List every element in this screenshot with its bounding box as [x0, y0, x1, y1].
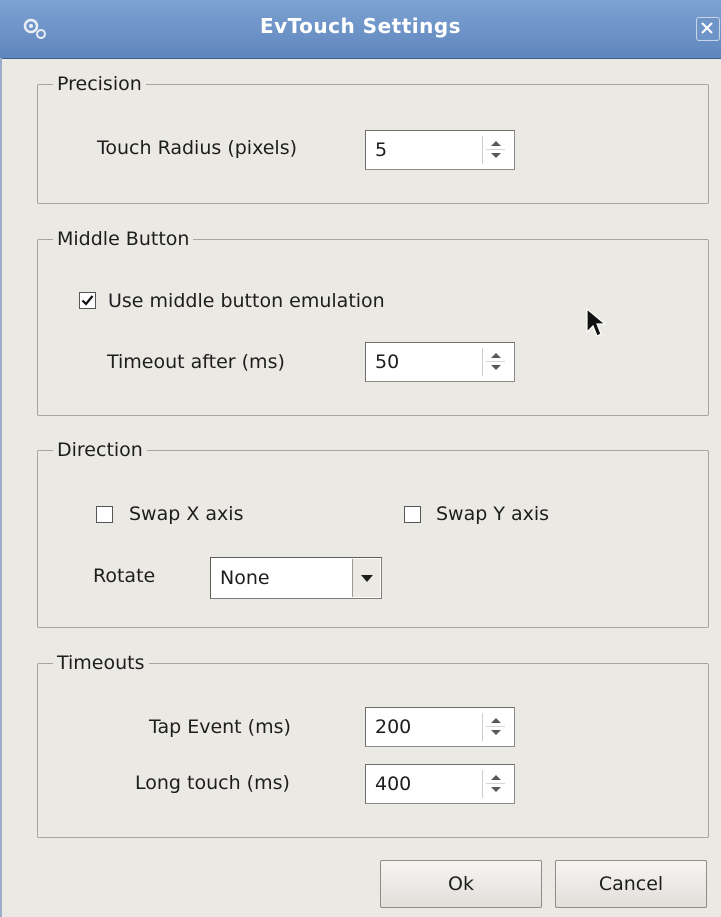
tap-event-value: 200 [375, 716, 412, 738]
ok-button[interactable]: Ok [380, 860, 542, 908]
swap-x-checkbox[interactable] [96, 506, 113, 523]
swap-y-label[interactable]: Swap Y axis [436, 503, 549, 525]
checkmark-icon [81, 295, 94, 306]
middle-button-group: Middle Button [37, 228, 709, 416]
chevron-down-icon[interactable] [352, 559, 380, 597]
spin-arrows[interactable] [482, 770, 508, 798]
spin-up-icon[interactable] [491, 353, 501, 358]
middle-button-legend: Middle Button [57, 228, 190, 250]
swap-x-label[interactable]: Swap X axis [129, 503, 243, 525]
middle-emulation-label[interactable]: Use middle button emulation [108, 290, 385, 312]
ok-button-label: Ok [448, 873, 474, 895]
long-touch-value: 400 [375, 773, 412, 795]
spin-divider [486, 726, 505, 727]
spin-down-icon[interactable] [491, 153, 501, 158]
spin-up-icon[interactable] [491, 718, 501, 723]
spin-divider [486, 361, 505, 362]
mouse-pointer-icon [586, 308, 606, 337]
spin-up-icon[interactable] [491, 141, 501, 146]
touch-radius-value: 5 [375, 139, 388, 161]
close-button[interactable] [696, 17, 720, 41]
window-title: EvTouch Settings [259, 14, 462, 38]
spin-arrows[interactable] [482, 136, 508, 164]
tap-event-label: Tap Event (ms) [149, 716, 291, 738]
timeout-after-value: 50 [375, 351, 400, 373]
spin-divider [486, 149, 505, 150]
rotate-value: None [220, 567, 270, 589]
timeout-after-spinbox[interactable]: 50 [365, 342, 515, 382]
window-border [0, 58, 2, 917]
timeout-after-label: Timeout after (ms) [107, 351, 285, 373]
precision-legend: Precision [57, 73, 142, 95]
spin-down-icon[interactable] [491, 365, 501, 370]
touch-radius-spinbox[interactable]: 5 [365, 130, 515, 170]
long-touch-label: Long touch (ms) [135, 772, 290, 794]
cancel-button[interactable]: Cancel [555, 860, 707, 908]
spin-arrows[interactable] [482, 713, 508, 741]
close-icon [701, 22, 713, 34]
rotate-label: Rotate [93, 565, 156, 587]
spin-down-icon[interactable] [491, 787, 501, 792]
direction-legend: Direction [57, 439, 143, 461]
direction-group: Direction [37, 439, 709, 628]
timeouts-legend: Timeouts [57, 652, 145, 674]
middle-emulation-checkbox[interactable] [79, 292, 96, 309]
spin-up-icon[interactable] [491, 775, 501, 780]
spin-down-icon[interactable] [491, 730, 501, 735]
spin-arrows[interactable] [482, 348, 508, 376]
touch-radius-label: Touch Radius (pixels) [97, 137, 298, 159]
rotate-select[interactable]: None [210, 557, 382, 599]
cancel-button-label: Cancel [598, 873, 664, 895]
tap-event-spinbox[interactable]: 200 [365, 707, 515, 747]
long-touch-spinbox[interactable]: 400 [365, 764, 515, 804]
title-bar[interactable]: EvTouch Settings [0, 0, 721, 59]
swap-y-checkbox[interactable] [404, 506, 421, 523]
spin-divider [486, 783, 505, 784]
